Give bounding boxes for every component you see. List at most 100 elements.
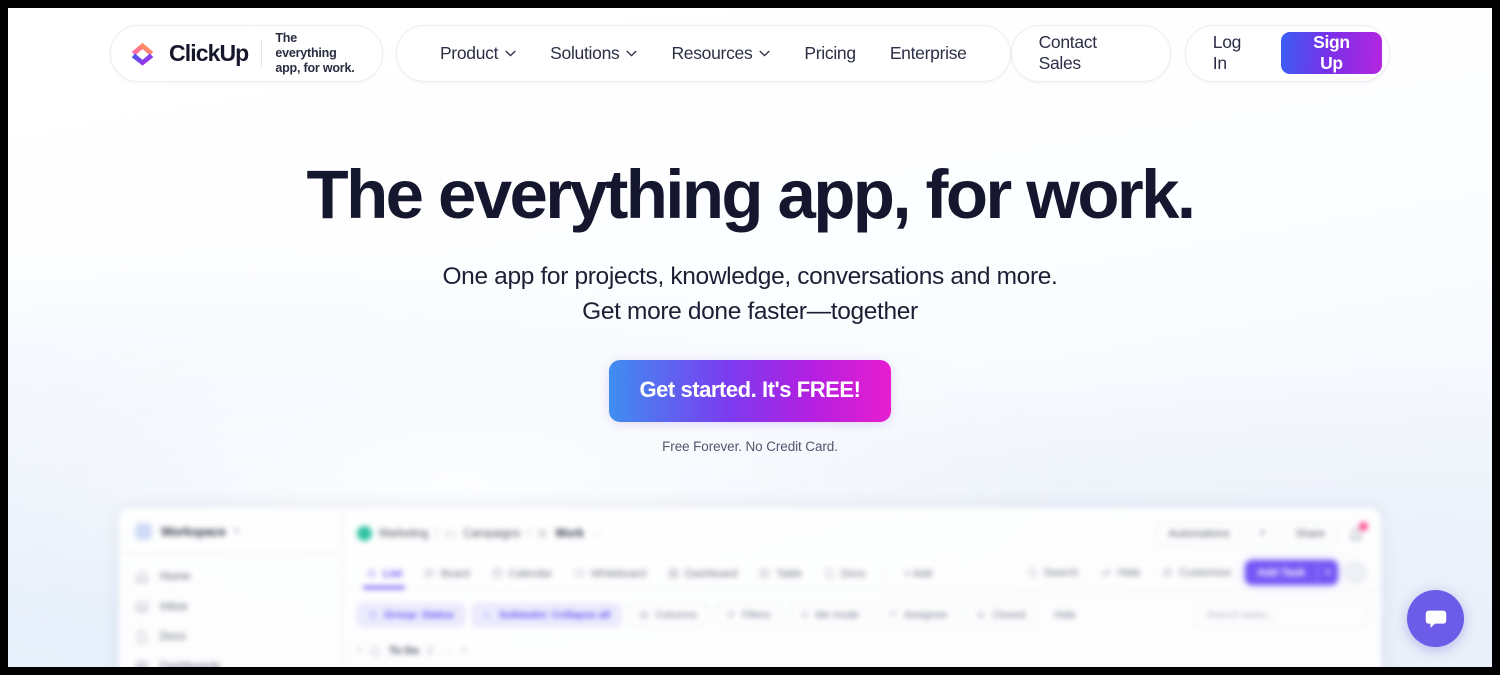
tab-label: Whiteboard bbox=[591, 567, 646, 580]
tab-label: Dashboard bbox=[684, 567, 738, 580]
add-view-label: + Add bbox=[904, 567, 932, 580]
get-started-button[interactable]: Get started. It's FREE! bbox=[609, 359, 891, 422]
page-title: The everything app, for work. bbox=[306, 156, 1197, 233]
sidebar-divider bbox=[119, 553, 342, 554]
tab-calendar[interactable]: Calendar bbox=[483, 562, 561, 589]
subheadline-line-1: One app for projects, knowledge, convers… bbox=[442, 262, 1058, 290]
sidebar-item-dashboards[interactable]: Dashboards bbox=[119, 652, 342, 667]
nav-item-enterprise[interactable]: Enterprise bbox=[873, 26, 984, 81]
tab-list[interactable]: List bbox=[357, 562, 411, 589]
breadcrumb-separator: / bbox=[435, 527, 439, 540]
subtask-icon bbox=[485, 610, 491, 617]
sign-up-button[interactable]: Sign Up bbox=[1280, 32, 1382, 74]
nav-item-product[interactable]: Product bbox=[423, 26, 533, 81]
breadcrumb-folder[interactable]: Campaigns bbox=[463, 528, 520, 540]
breadcrumb-space[interactable]: Marketing bbox=[379, 528, 428, 540]
group-add-task-icon[interactable]: + bbox=[461, 645, 467, 657]
group-count: 2 bbox=[426, 644, 433, 657]
nav-item-pricing[interactable]: Pricing bbox=[787, 26, 872, 81]
sidebar-item-label: Inbox bbox=[160, 601, 188, 613]
filter-me-mode[interactable]: Me mode bbox=[788, 602, 871, 627]
dashboard-view-icon bbox=[668, 568, 678, 579]
nav-item-solutions[interactable]: Solutions bbox=[533, 26, 654, 81]
cta-container: Get started. It's FREE! Free Forever. No… bbox=[8, 359, 1492, 454]
filter-label: Hide bbox=[1054, 608, 1076, 621]
filter-columns[interactable]: Columns bbox=[628, 602, 708, 627]
tab-table[interactable]: Table bbox=[750, 562, 811, 589]
sidebar-item-inbox[interactable]: Inbox bbox=[119, 592, 342, 622]
dashboard-icon bbox=[136, 661, 148, 667]
tab-dashboard[interactable]: Dashboard bbox=[659, 562, 746, 589]
hide-button[interactable]: Hide bbox=[1093, 563, 1149, 583]
filter-closed[interactable]: Closed bbox=[965, 602, 1037, 627]
group-menu-icon[interactable]: ⋯ bbox=[441, 644, 453, 657]
workspace-avatar bbox=[135, 523, 152, 540]
columns-icon bbox=[640, 610, 649, 619]
chevron-down-icon bbox=[759, 50, 770, 57]
filter-label: Subtasks: Collapse all bbox=[499, 608, 611, 621]
person-icon bbox=[800, 610, 809, 619]
breadcrumb-list[interactable]: Work bbox=[555, 528, 584, 540]
assignee-icon bbox=[890, 611, 898, 616]
clickup-chevron-logo-icon bbox=[131, 42, 154, 66]
cta-disclaimer: Free Forever. No Credit Card. bbox=[662, 438, 838, 454]
add-task-caret-icon[interactable]: ▾ bbox=[1318, 568, 1338, 577]
sidebar-item-docs[interactable]: Docs bbox=[119, 622, 342, 652]
filter-label: Me mode bbox=[815, 608, 860, 621]
filter-icon bbox=[727, 611, 735, 619]
search-button[interactable]: Search bbox=[1019, 563, 1087, 583]
filter-subtasks[interactable]: Subtasks: Collapse all bbox=[472, 602, 622, 627]
task-search-placeholder: Search tasks... bbox=[1206, 608, 1276, 621]
contact-sales-label: Contact Sales bbox=[1038, 32, 1098, 73]
filter-filters[interactable]: Filters bbox=[714, 602, 782, 627]
workspace-switcher[interactable]: Workspace ▾ bbox=[119, 519, 342, 553]
contact-sales-button[interactable]: Contact Sales bbox=[1010, 24, 1171, 82]
notification-bell-button[interactable] bbox=[1345, 521, 1368, 545]
breadcrumb-more-icon[interactable]: ⋯ bbox=[591, 527, 603, 541]
docs-view-icon bbox=[826, 568, 833, 579]
closed-icon bbox=[977, 610, 986, 619]
filter-label: Group: Status bbox=[384, 608, 454, 621]
filter-label: Columns bbox=[655, 608, 697, 621]
subheadline-line-2: Get more done faster—together bbox=[582, 298, 918, 326]
add-view-button[interactable]: + Add bbox=[895, 562, 941, 589]
nav-label: Product bbox=[439, 42, 499, 63]
task-group-row[interactable]: ▾ To Do 2 ⋯ + bbox=[343, 638, 1381, 663]
automations-button[interactable]: Automations bbox=[1156, 521, 1242, 546]
hero-subheadline: One app for projects, knowledge, convers… bbox=[8, 259, 1492, 330]
site-navbar: ClickUp The everything app, for work. Pr… bbox=[8, 14, 1492, 92]
view-toolbar: Search Hide Customize Add Task ▾ bbox=[1019, 560, 1367, 590]
notification-dot bbox=[1359, 521, 1368, 531]
chevron-down-icon[interactable]: ▾ bbox=[357, 646, 361, 655]
filter-group-status[interactable]: Group: Status bbox=[357, 602, 465, 627]
brand-logo-link[interactable]: ClickUp The everything app, for work. bbox=[110, 24, 383, 82]
avatar[interactable] bbox=[1344, 561, 1367, 584]
task-search-input[interactable]: Search tasks... bbox=[1195, 601, 1367, 628]
breadcrumb: Marketing / Campaigns / Work ⋯ Automatio… bbox=[343, 508, 1381, 556]
nav-item-resources[interactable]: Resources bbox=[654, 26, 787, 81]
customize-button[interactable]: Customize bbox=[1154, 563, 1239, 583]
chat-bubble-icon bbox=[1425, 610, 1446, 628]
table-view-icon bbox=[760, 569, 770, 578]
sliders-icon bbox=[1163, 568, 1172, 577]
tab-whiteboard[interactable]: Whiteboard bbox=[565, 562, 655, 589]
sidebar-item-label: Home bbox=[160, 571, 191, 583]
log-in-link[interactable]: Log In bbox=[1186, 32, 1281, 74]
tab-board[interactable]: Board bbox=[415, 562, 479, 589]
tab-docs[interactable]: Docs bbox=[815, 562, 874, 589]
add-task-label: Add Task bbox=[1257, 566, 1306, 579]
hide-label: Hide bbox=[1117, 566, 1141, 579]
search-icon bbox=[1028, 568, 1037, 578]
view-tabs: List Board Calendar Whiteboard Dashboard… bbox=[343, 556, 1381, 591]
sidebar-item-home[interactable]: Home bbox=[119, 562, 342, 592]
share-button[interactable]: Share bbox=[1283, 521, 1337, 546]
filter-assignee[interactable]: Assignee bbox=[877, 602, 959, 627]
chat-widget-button[interactable] bbox=[1407, 590, 1464, 647]
nav-label: Resources bbox=[671, 42, 753, 63]
search-label: Search bbox=[1043, 566, 1079, 579]
automations-caret-button[interactable]: ▾ bbox=[1249, 521, 1276, 546]
add-task-button[interactable]: Add Task ▾ bbox=[1245, 560, 1338, 585]
filter-hide[interactable]: Hide bbox=[1043, 603, 1087, 627]
tab-label: Docs bbox=[840, 567, 866, 580]
brand-tagline: The everything app, for work. bbox=[275, 30, 355, 75]
